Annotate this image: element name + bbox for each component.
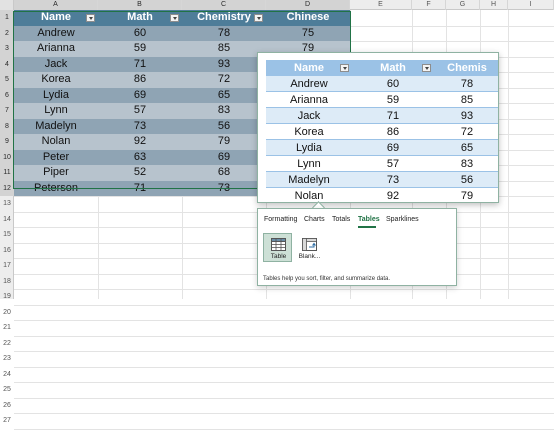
column-header-e[interactable]: E xyxy=(350,0,412,10)
row-header-27[interactable]: 27 xyxy=(0,413,14,429)
row-header-13[interactable]: 13 xyxy=(0,196,14,212)
row-header-15[interactable]: 15 xyxy=(0,227,14,243)
column-header-d[interactable]: D xyxy=(266,0,350,10)
tab-charts[interactable]: Charts xyxy=(304,215,325,225)
preview-header-cell: Chemis xyxy=(447,62,487,74)
column-header-c[interactable]: C xyxy=(182,0,266,10)
preview-cell: 83 xyxy=(460,158,474,170)
table-icon xyxy=(271,238,286,251)
gridline-vertical xyxy=(508,10,509,299)
row-header-18[interactable]: 18 xyxy=(0,274,14,290)
gridline-horizontal xyxy=(14,366,554,368)
table-tile-label: Table xyxy=(270,253,287,260)
row-header-20[interactable]: 20 xyxy=(0,305,14,321)
gridline-horizontal xyxy=(14,413,554,414)
gridline-horizontal xyxy=(14,428,554,430)
row-header-11[interactable]: 11 xyxy=(0,165,14,181)
row-header-19[interactable]: 19 xyxy=(0,289,14,305)
row-header-16[interactable]: 16 xyxy=(0,243,14,259)
gridline-horizontal xyxy=(14,289,554,290)
preview-cell: Lynn xyxy=(297,158,321,170)
preview-cell: 78 xyxy=(460,78,474,90)
row-header-26[interactable]: 26 xyxy=(0,398,14,414)
preview-cell: 71 xyxy=(386,110,400,122)
preview-cell: 73 xyxy=(386,174,400,186)
preview-cell: 65 xyxy=(460,142,474,154)
row-header-6[interactable]: 6 xyxy=(0,87,14,103)
tab-tables[interactable]: Tables xyxy=(358,215,380,225)
gridline-horizontal xyxy=(14,382,554,383)
column-header-h[interactable]: H xyxy=(480,0,508,10)
preview-cell: Lydia xyxy=(296,142,322,154)
row-header-2[interactable]: 2 xyxy=(0,25,14,41)
preview-cell: 69 xyxy=(386,142,400,154)
preview-cell: 79 xyxy=(460,190,474,202)
select-all-corner[interactable] xyxy=(0,0,14,10)
row-header-4[interactable]: 4 xyxy=(0,56,14,72)
gridline-horizontal xyxy=(14,304,554,306)
column-header-b[interactable]: B xyxy=(98,0,182,10)
preview-cell: 59 xyxy=(386,94,400,106)
tab-sparklines[interactable]: Sparklines xyxy=(386,215,419,225)
quick-analysis-description: Tables help you sort, filter, and summar… xyxy=(263,276,391,282)
row-header-23[interactable]: 23 xyxy=(0,351,14,367)
gridline-horizontal xyxy=(14,351,554,352)
table-preview-popup: Name Math Chemis Andrew 60 78 Arianna 59 85 Jack 7… xyxy=(257,52,499,203)
preview-cell: 86 xyxy=(386,126,400,138)
preview-cell: 92 xyxy=(386,190,400,202)
row-header-7[interactable]: 7 xyxy=(0,103,14,119)
column-header-i[interactable]: I xyxy=(508,0,554,10)
row-header-3[interactable]: 3 xyxy=(0,41,14,57)
preview-cell: Arianna xyxy=(290,94,328,106)
row-header-1[interactable]: 1 xyxy=(0,10,14,26)
filter-dropdown-icon xyxy=(340,64,349,72)
row-header-22[interactable]: 22 xyxy=(0,336,14,352)
column-header-f[interactable]: F xyxy=(412,0,446,10)
preview-cell: Andrew xyxy=(290,78,328,90)
row-header-9[interactable]: 9 xyxy=(0,134,14,150)
pivot-table-icon xyxy=(302,238,317,251)
preview-cell: Nolan xyxy=(294,190,324,202)
preview-cell: 56 xyxy=(460,174,474,186)
filter-dropdown-icon xyxy=(422,64,431,72)
blank-pivot-tile[interactable]: Blank... xyxy=(294,233,323,262)
preview-cell: 60 xyxy=(386,78,400,90)
gridline-horizontal xyxy=(14,335,554,337)
row-header-25[interactable]: 25 xyxy=(0,382,14,398)
row-header-5[interactable]: 5 xyxy=(0,72,14,88)
column-header-g[interactable]: G xyxy=(446,0,480,10)
quick-analysis-panel: Formatting Charts Totals Tables Sparklines T… xyxy=(257,208,457,286)
tab-formatting[interactable]: Formatting xyxy=(264,215,297,225)
gridline-horizontal xyxy=(14,397,554,399)
row-header-10[interactable]: 10 xyxy=(0,149,14,165)
table-tile[interactable]: Table xyxy=(263,233,292,262)
row-header-12[interactable]: 12 xyxy=(0,180,14,196)
blank-pivot-tile-label: Blank... xyxy=(298,253,321,260)
gridline-horizontal xyxy=(14,320,554,321)
tab-totals[interactable]: Totals xyxy=(332,215,350,225)
preview-cell: 93 xyxy=(460,110,474,122)
preview-cell: 57 xyxy=(386,158,400,170)
preview-cell: Jack xyxy=(297,110,321,122)
row-header-14[interactable]: 14 xyxy=(0,212,14,228)
row-header-8[interactable]: 8 xyxy=(0,118,14,134)
row-header-24[interactable]: 24 xyxy=(0,367,14,383)
preview-cell: 72 xyxy=(460,126,474,138)
row-header-21[interactable]: 21 xyxy=(0,320,14,336)
preview-cell: 85 xyxy=(460,94,474,106)
preview-cell: Madelyn xyxy=(288,174,330,186)
column-header-a[interactable]: A xyxy=(14,0,98,10)
preview-cell: Korea xyxy=(294,126,324,138)
active-tab-indicator xyxy=(358,226,376,228)
row-header-17[interactable]: 17 xyxy=(0,258,14,274)
